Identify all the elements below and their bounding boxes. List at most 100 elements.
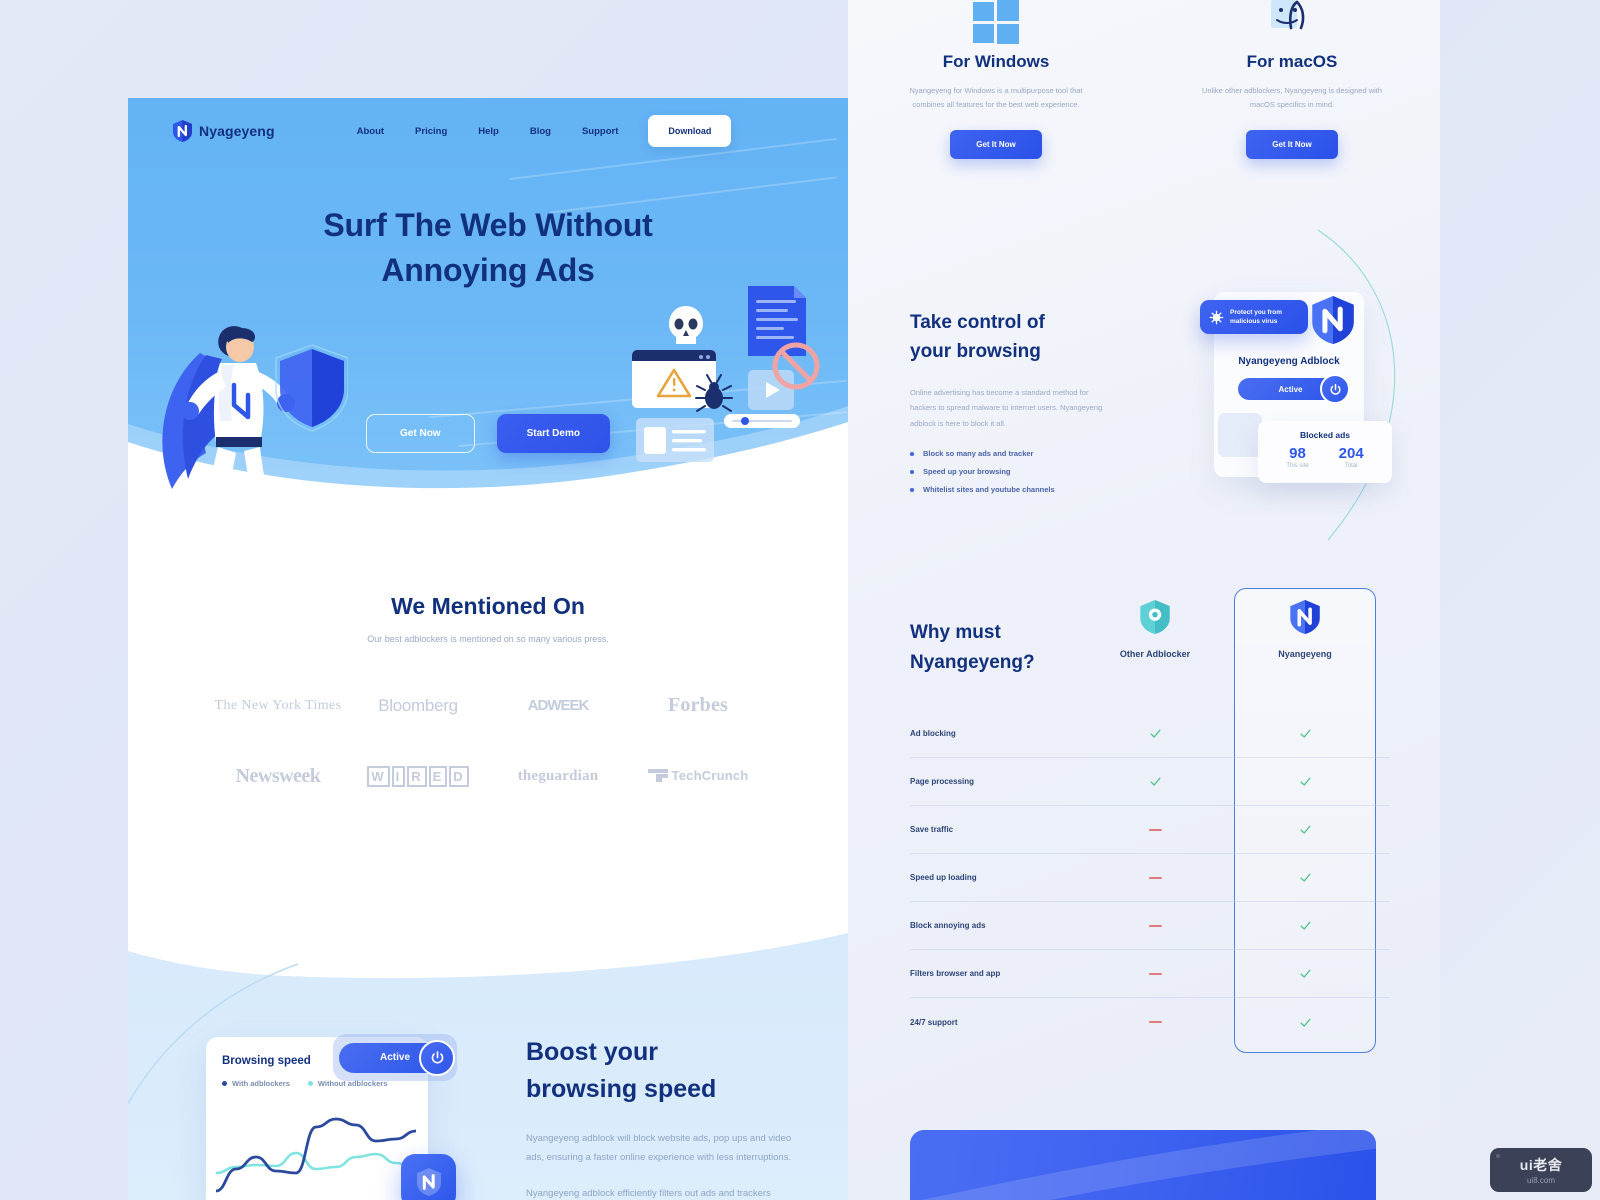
column-header-other-adblocker: Other Adblocker — [1100, 600, 1210, 659]
left-mockup-panel: Nyageyeng About Pricing Help Blog Suppor… — [128, 98, 848, 1200]
shield-n-logo-icon — [1290, 600, 1320, 634]
power-glyph-icon — [1329, 383, 1341, 395]
control-heading-line2: your browsing — [910, 341, 1041, 363]
virus-pill-text: Protect you from malicious virus — [1230, 308, 1282, 326]
browser-warning-icon — [632, 350, 716, 408]
download-button[interactable]: Download — [648, 115, 732, 147]
column-label-nyangeyeng: Nyangeyeng — [1278, 649, 1332, 659]
press-logo-newsweek: Newsweek — [235, 765, 321, 787]
watermark-sub: ui8.com — [1526, 1176, 1555, 1185]
comparison-section: Why must Nyangeyeng? Other Adblocker Nya… — [848, 580, 1440, 1080]
comparison-row: Block annoying ads — [910, 902, 1390, 950]
brand-name: Nyageyeng — [199, 123, 275, 139]
press-logo-wired: WIRED — [348, 766, 488, 787]
dash-icon — [1148, 1021, 1162, 1023]
comparison-cell-other — [1100, 828, 1210, 831]
comparison-cell-nyangeyeng — [1234, 967, 1376, 980]
right-mockup-panel: For Windows Nyangeyeng for Windows is a … — [848, 0, 1440, 1200]
start-demo-button[interactable]: Start Demo — [496, 414, 610, 453]
check-icon — [1300, 1018, 1310, 1027]
control-paragraph: Online advertising has become a standard… — [910, 387, 1103, 428]
control-bullet-2: Speed up your browsing — [910, 467, 1110, 476]
shield-n-logo-icon — [416, 1167, 441, 1196]
page-root: Nyageyeng About Pricing Help Blog Suppor… — [0, 0, 1600, 1200]
press-logo-guardian: theguardian — [517, 768, 599, 784]
legend-dot-without — [307, 1081, 313, 1086]
widget-product-name: Nyangeyeng Adblock — [1238, 356, 1340, 367]
stat-total-label: Total — [1344, 463, 1358, 469]
press-logo-adweek: ADWEEK — [527, 697, 590, 714]
techcrunch-mark-icon — [647, 768, 668, 782]
boost-heading: Boost your browsing speed — [526, 1034, 796, 1108]
comparison-cell-nyangeyeng — [1234, 1016, 1376, 1029]
nav-link-blog[interactable]: Blog — [530, 126, 551, 137]
press-subtitle: Our best adblockers is mentioned on so m… — [367, 634, 609, 644]
comparison-row: Speed up loading — [910, 854, 1390, 902]
hero-title-line1: Surf The Web Without — [323, 207, 653, 243]
press-logo-techcrunch-label: TechCrunch — [671, 767, 749, 783]
legend-label-with: With adblockers — [232, 1079, 290, 1088]
power-icon[interactable] — [419, 1039, 455, 1076]
widget-active-toggle[interactable]: Active — [1238, 374, 1350, 404]
nav-link-help[interactable]: Help — [478, 126, 499, 137]
nav-link-pricing[interactable]: Pricing — [415, 126, 447, 137]
dash-icon — [1148, 924, 1162, 927]
stat-total: 204 Total — [1339, 445, 1364, 469]
press-section: We Mentioned On Our best adblockers is m… — [128, 498, 848, 938]
active-toggle-pill: Active — [333, 1034, 457, 1081]
dash-icon — [1148, 972, 1162, 975]
active-toggle-button[interactable]: Active — [339, 1039, 455, 1076]
comparison-cell-nyangeyeng — [1234, 775, 1376, 788]
check-icon — [1300, 777, 1310, 786]
control-text-block: Take control of your browsing Online adv… — [910, 308, 1110, 503]
comparison-cell-nyangeyeng — [1234, 823, 1376, 836]
bottom-cta-banner[interactable] — [910, 1130, 1376, 1200]
press-logo-grid: The New York Times Bloomberg ADWEEK Forb… — [128, 694, 848, 788]
get-it-now-button-macos[interactable]: Get It Now — [1246, 129, 1338, 159]
platform-card-macos: For macOS Unlike other adblockers, Nyang… — [1144, 0, 1440, 175]
press-logo-bloomberg: Bloomberg — [378, 695, 458, 715]
virus-pill-line1: Protect you from — [1230, 308, 1283, 316]
comparison-row-label: Ad blocking — [910, 729, 956, 738]
dash-icon — [1148, 876, 1162, 879]
comparison-heading: Why must Nyangeyeng? — [910, 618, 1100, 679]
get-it-now-button-windows[interactable]: Get It Now — [950, 129, 1042, 159]
comparison-row-label: Save traffic — [910, 825, 954, 834]
comparison-row-label: 24/7 support — [910, 1017, 958, 1027]
comparison-row: 24/7 support — [910, 998, 1390, 1046]
virus-pill-line2: malicious virus — [1230, 318, 1278, 325]
shield-n-logo-icon — [173, 120, 192, 142]
control-heading: Take control of your browsing — [910, 308, 1110, 367]
comparison-cell-nyangeyeng — [1234, 727, 1376, 740]
platforms-section: For Windows Nyangeyeng for Windows is a … — [848, 0, 1440, 175]
widget-ghost-square — [1218, 413, 1262, 457]
virus-icon — [1209, 310, 1224, 324]
legend-with-adblockers: With adblockers — [222, 1079, 290, 1088]
get-now-button[interactable]: Get Now — [366, 414, 475, 453]
legend-dot-with — [222, 1081, 227, 1086]
check-icon — [1150, 729, 1160, 738]
press-logo-nyt: The New York Times — [214, 697, 342, 713]
column-label-other-adblocker: Other Adblocker — [1119, 649, 1191, 659]
nav-link-support[interactable]: Support — [582, 126, 618, 137]
comparison-row: Page processing — [910, 758, 1390, 806]
stat-this-site-value: 98 — [1289, 445, 1306, 462]
check-icon — [1300, 969, 1310, 978]
browsing-speed-chart — [216, 1117, 416, 1193]
brand-logo[interactable]: Nyageyeng — [173, 120, 275, 142]
shield-n-logo-icon — [1312, 296, 1354, 344]
press-title: We Mentioned On — [391, 593, 585, 619]
comparison-cell-other — [1100, 876, 1210, 879]
comparison-rows: Ad blocking Page processing Save traffic Sp… — [910, 710, 1390, 1046]
stat-this-site: 98 This site — [1286, 445, 1308, 469]
blocked-ads-stats: 98 This site 204 Total — [1258, 445, 1392, 469]
widget-toggle-label: Active — [1278, 384, 1303, 394]
press-logo-techcrunch: TechCrunch — [628, 768, 768, 786]
comparison-row-label: Filters browser and app — [910, 969, 1001, 978]
virus-protection-pill: Protect you from malicious virus — [1200, 300, 1308, 334]
nav-link-about[interactable]: About — [357, 126, 384, 137]
control-bullet-list: Block so many ads and tracker Speed up y… — [910, 449, 1110, 494]
platform-description-windows: Nyangeyeng for Windows is a multipurpose… — [909, 86, 1083, 110]
boost-paragraph-1: Nyangeyeng adblock will block website ad… — [526, 1133, 792, 1163]
widget-power-icon[interactable] — [1320, 374, 1350, 404]
